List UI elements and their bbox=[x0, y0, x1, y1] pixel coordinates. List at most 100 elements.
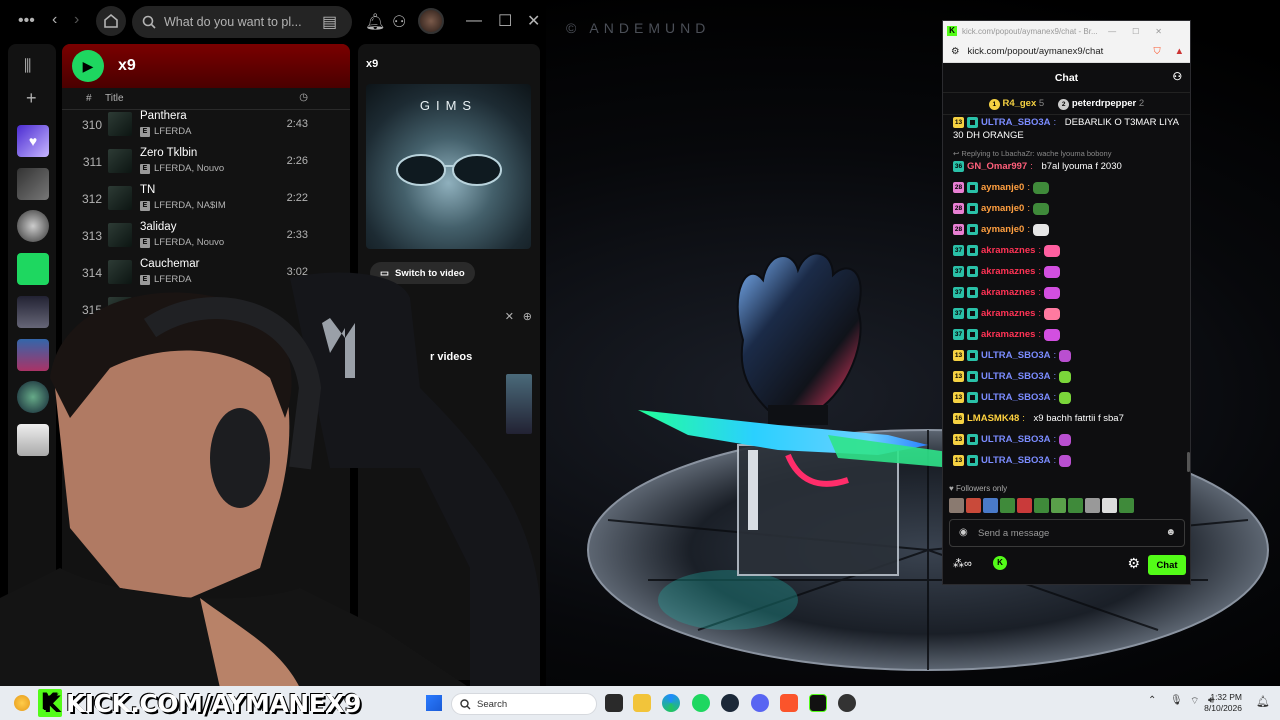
emote-icon[interactable] bbox=[1068, 498, 1083, 513]
settings-gear-icon[interactable]: ⚙ bbox=[1127, 555, 1140, 572]
create-playlist-icon[interactable]: + bbox=[26, 88, 37, 109]
network-icon[interactable]: ⌔ bbox=[1190, 695, 1199, 708]
track-title[interactable]: 3aliday bbox=[140, 221, 176, 233]
taskbar-clock[interactable]: 1:32 PM 8/10/2026 bbox=[1204, 692, 1242, 714]
close-icon[interactable]: ✕ bbox=[527, 11, 540, 31]
add-icon[interactable]: ⊕ bbox=[523, 310, 532, 323]
switch-to-video-button[interactable]: ▭ Switch to video bbox=[370, 262, 475, 284]
playlist-thumb[interactable] bbox=[17, 168, 49, 200]
chat-username[interactable]: ULTRA_SBO3A bbox=[981, 454, 1051, 467]
more-icon[interactable]: ••• bbox=[18, 12, 35, 30]
weather-icon[interactable] bbox=[14, 695, 30, 711]
kick-app-icon[interactable] bbox=[809, 694, 827, 712]
track-row[interactable]: 314 Cauchemar E LFERDA 3:02 bbox=[62, 256, 350, 292]
liked-songs-thumb[interactable]: ♥ bbox=[17, 125, 49, 157]
track-row[interactable]: 315 bbox=[62, 293, 350, 329]
playlist-thumb[interactable] bbox=[17, 424, 49, 456]
emote-icon[interactable] bbox=[966, 498, 981, 513]
user-avatar[interactable] bbox=[418, 8, 444, 34]
library-icon[interactable]: ⫼ bbox=[24, 58, 31, 76]
emoji-icon[interactable]: ☻ bbox=[1165, 527, 1176, 538]
track-row[interactable]: 310 Panthera E LFERDA 2:43 bbox=[62, 108, 350, 144]
fullscreen-icon[interactable]: ⛶ bbox=[524, 652, 532, 667]
forward-icon[interactable]: › bbox=[74, 11, 79, 29]
notifications-icon[interactable]: 🔔︎ bbox=[1256, 695, 1270, 708]
site-settings-icon[interactable]: ⚙︎ bbox=[951, 46, 960, 57]
chat-username[interactable]: ULTRA_SBO3A bbox=[981, 349, 1051, 362]
play-button[interactable]: ▶ bbox=[72, 50, 104, 82]
gifter-entry[interactable]: 1 R4_gex 5 bbox=[988, 98, 1044, 110]
chat-username[interactable]: akramaznes bbox=[981, 328, 1035, 341]
video-thumbnail[interactable] bbox=[506, 374, 532, 434]
kick-points-icon[interactable]: ⁂∞ bbox=[953, 557, 972, 570]
brave-rewards-icon[interactable]: ▲ bbox=[1175, 46, 1184, 57]
gifter-entry[interactable]: 2 peterdrpepper 2 bbox=[1058, 98, 1144, 110]
chat-username[interactable]: akramaznes bbox=[981, 265, 1035, 278]
track-artists[interactable]: LFERDA, Nouvo bbox=[154, 237, 224, 248]
chat-username[interactable]: akramaznes bbox=[981, 286, 1035, 299]
edge-icon[interactable] bbox=[662, 694, 680, 712]
emote-icon[interactable] bbox=[983, 498, 998, 513]
task-view-icon[interactable] bbox=[605, 694, 623, 712]
reply-context[interactable]: ↩ Replying to LbachaZr: wache lyouma bob… bbox=[953, 149, 1111, 158]
kick-coin-icon[interactable]: K bbox=[993, 556, 1007, 570]
track-artists[interactable]: LFERDA, Nouvo bbox=[154, 163, 224, 174]
chat-username[interactable]: GN_Omar997 bbox=[967, 160, 1027, 173]
track-title[interactable]: Cauchemar bbox=[140, 258, 199, 270]
taskbar-search[interactable]: Search bbox=[451, 693, 597, 715]
url-text[interactable]: kick.com/popout/aymanex9/chat bbox=[968, 46, 1104, 57]
track-title[interactable]: Panthera bbox=[140, 110, 187, 122]
window-controls-icon[interactable]: —☐✕ bbox=[1108, 27, 1178, 36]
microphone-icon[interactable]: 🎙︎ bbox=[1170, 695, 1183, 706]
brave-icon[interactable] bbox=[780, 694, 798, 712]
message-input[interactable]: ◉ Send a message ☻ bbox=[949, 519, 1185, 547]
track-artists[interactable]: LFERDA bbox=[154, 274, 191, 285]
chat-username[interactable]: LMASMK48 bbox=[967, 412, 1019, 425]
chat-username[interactable]: ULTRA_SBO3A bbox=[981, 116, 1051, 129]
chat-username[interactable]: aymanje0 bbox=[981, 223, 1024, 236]
track-row[interactable]: 313 3aliday E LFERDA, Nouvo 2:33 bbox=[62, 219, 350, 255]
chat-username[interactable]: akramaznes bbox=[981, 307, 1035, 320]
track-title[interactable]: Zero Tklbin bbox=[140, 147, 197, 159]
show-hidden-icons-icon[interactable]: ⌃ bbox=[1148, 695, 1156, 706]
notification-bell-icon[interactable]: 🔔︎ bbox=[365, 12, 385, 32]
chat-username[interactable]: ULTRA_SBO3A bbox=[981, 433, 1051, 446]
chat-username[interactable]: ULTRA_SBO3A bbox=[981, 370, 1051, 383]
back-icon[interactable]: ‹ bbox=[52, 11, 57, 29]
emote-icon[interactable] bbox=[949, 498, 964, 513]
discord-icon[interactable] bbox=[751, 694, 769, 712]
emote-icon[interactable] bbox=[1017, 498, 1032, 513]
chat-username[interactable]: ULTRA_SBO3A bbox=[981, 391, 1051, 404]
artist-thumb[interactable] bbox=[17, 210, 49, 242]
emote-icon[interactable] bbox=[1051, 498, 1066, 513]
playlist-thumb[interactable] bbox=[17, 296, 49, 328]
emote-icon[interactable] bbox=[1034, 498, 1049, 513]
track-title[interactable]: TN bbox=[140, 184, 155, 196]
file-explorer-icon[interactable] bbox=[633, 694, 651, 712]
send-chat-button[interactable]: Chat bbox=[1148, 555, 1186, 575]
steam-icon[interactable] bbox=[721, 694, 739, 712]
track-row[interactable]: 311 Zero Tklbin E LFERDA, Nouvo 2:26 bbox=[62, 145, 350, 181]
chat-username[interactable]: aymanje0 bbox=[981, 202, 1024, 215]
user-settings-icon[interactable]: ⚇ bbox=[1173, 71, 1182, 83]
maximize-icon[interactable]: ☐ bbox=[498, 11, 512, 31]
start-windows-icon[interactable] bbox=[426, 695, 442, 711]
track-artists[interactable]: LFERDA, NA$IM bbox=[154, 200, 226, 211]
emote-icon[interactable] bbox=[1119, 498, 1134, 513]
emote-icon[interactable] bbox=[1000, 498, 1015, 513]
track-artists[interactable]: LFERDA bbox=[154, 126, 191, 137]
artist-thumb[interactable] bbox=[17, 381, 49, 413]
home-button[interactable] bbox=[96, 6, 126, 36]
track-row[interactable]: 312 TN E LFERDA, NA$IM 2:22 bbox=[62, 182, 350, 218]
address-bar[interactable]: ⚙︎ kick.com/popout/aymanex9/chat ⛉ ▲ bbox=[943, 41, 1190, 63]
chat-username[interactable]: aymanje0 bbox=[981, 181, 1024, 194]
playlist-thumb[interactable] bbox=[17, 253, 49, 285]
chat-username[interactable]: akramaznes bbox=[981, 244, 1035, 257]
obs-icon[interactable] bbox=[838, 694, 856, 712]
emote-icon[interactable] bbox=[1102, 498, 1117, 513]
emote-icon[interactable] bbox=[1085, 498, 1100, 513]
playlist-thumb[interactable] bbox=[17, 339, 49, 371]
friends-icon[interactable]: ⚇ bbox=[392, 12, 406, 32]
chat-scrollbar[interactable] bbox=[1187, 452, 1190, 472]
close-panel-icon[interactable]: ✕ bbox=[505, 310, 514, 323]
